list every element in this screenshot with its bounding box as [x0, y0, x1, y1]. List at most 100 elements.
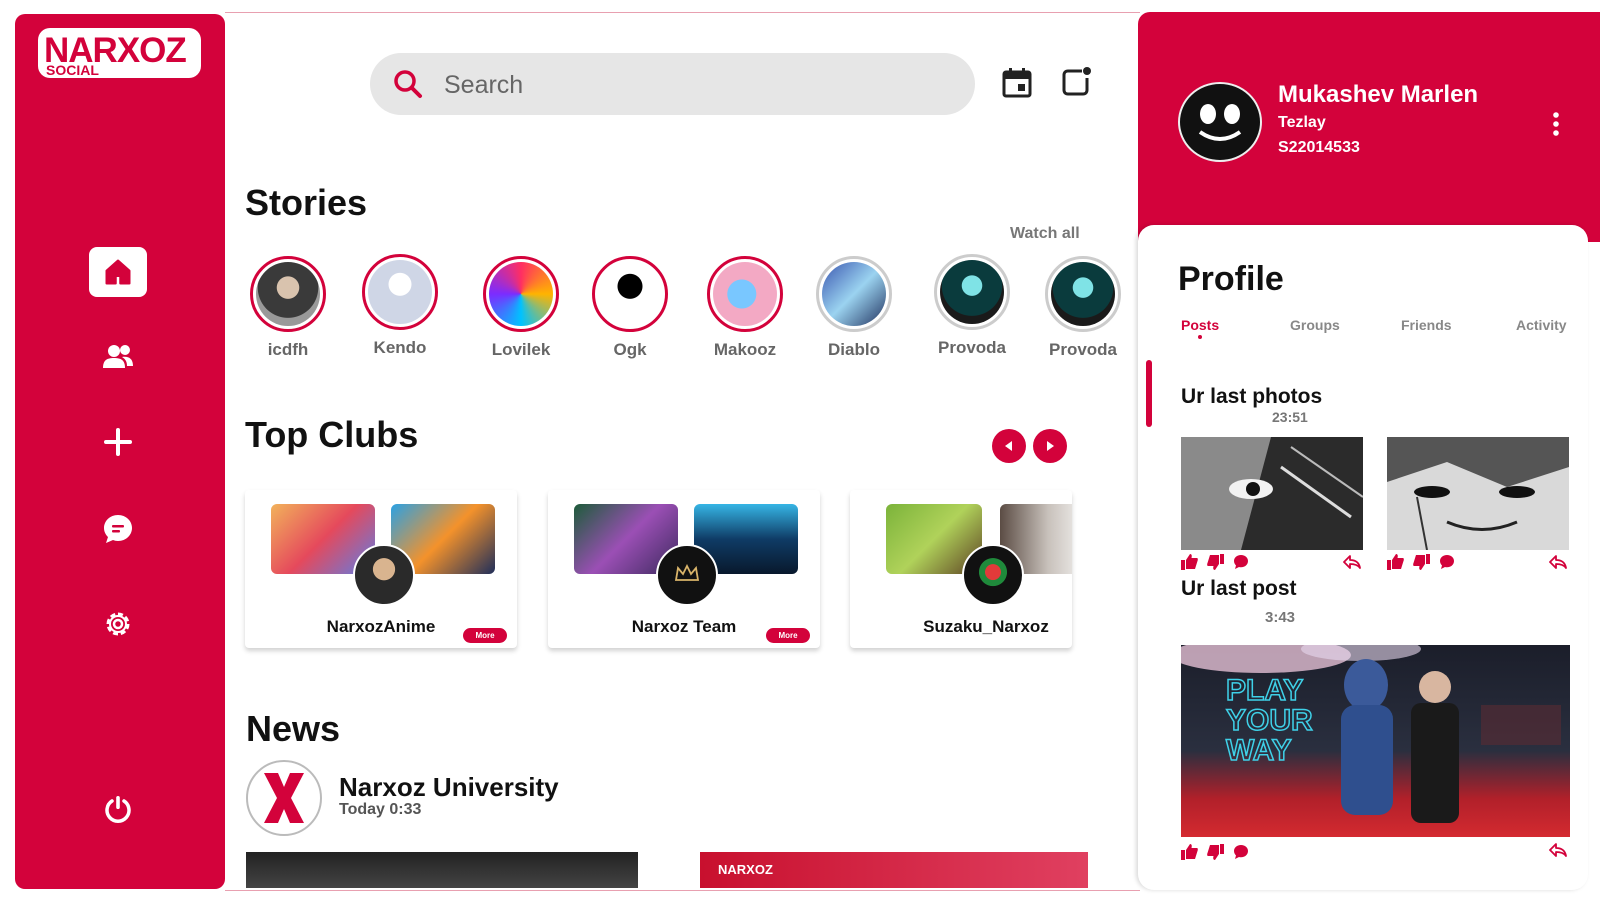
notification-button[interactable] [1060, 66, 1092, 103]
story-name: icdfh [267, 340, 309, 359]
story-avatar [368, 260, 432, 324]
manga-photo [1387, 437, 1569, 550]
story-name: Lovilek [491, 340, 551, 359]
users-icon [103, 345, 133, 368]
news-image[interactable]: NARXOZ [700, 852, 1088, 888]
power-icon [105, 796, 131, 823]
notification-icon [1062, 67, 1091, 96]
club-name: Suzaku_Narxoz [923, 617, 1049, 636]
story-name: Makooz [713, 340, 777, 359]
news-banner-logo: NARXOZ [718, 862, 773, 877]
dislike-icon[interactable] [1413, 554, 1430, 570]
share-button[interactable] [1549, 555, 1567, 574]
story-avatar [256, 262, 320, 326]
search-input[interactable] [442, 67, 946, 103]
tab-groups[interactable]: Groups [1290, 317, 1340, 333]
club-more-button[interactable]: More [463, 628, 507, 643]
story-name: Diablo [828, 340, 880, 359]
story-item[interactable]: Provoda [922, 254, 1022, 358]
sidebar-item-messages[interactable] [89, 504, 147, 554]
app-logo[interactable]: NARXOZ SOCIAL [38, 28, 201, 78]
watch-all-link[interactable]: Watch all [1010, 225, 1080, 243]
share-button[interactable] [1549, 843, 1567, 862]
story-item[interactable]: Lovilek [471, 256, 571, 360]
sidebar-item-home[interactable] [89, 247, 147, 297]
sidebar: NARXOZ SOCIAL [15, 14, 225, 889]
post-reactions [1181, 844, 1249, 860]
news-timestamp: Today 0:33 [339, 801, 422, 818]
club-card[interactable]: Narxoz Team More [548, 490, 820, 648]
svg-text:YOUR: YOUR [1226, 704, 1313, 737]
club-card[interactable]: NarxozAnime More [245, 490, 517, 648]
story-avatar-ring [1045, 256, 1121, 332]
photo-reactions [1181, 554, 1249, 570]
tab-posts[interactable]: Posts [1181, 317, 1219, 333]
club-logo [656, 544, 718, 606]
story-item[interactable]: Ogk [580, 256, 680, 360]
story-avatar [940, 260, 1004, 324]
sidebar-item-settings[interactable] [89, 599, 147, 649]
more-options-button[interactable] [1552, 112, 1560, 141]
comment-icon[interactable] [1439, 554, 1455, 570]
tab-activity[interactable]: Activity [1516, 317, 1567, 333]
story-avatar [822, 262, 886, 326]
club-more-button[interactable]: More [766, 628, 810, 643]
story-name: Ogk [613, 340, 647, 359]
kebab-menu-icon [1553, 112, 1559, 136]
story-item[interactable]: Makooz [695, 256, 795, 360]
post-photo: PLAY YOUR WAY [1181, 645, 1561, 823]
news-image[interactable] [246, 852, 638, 888]
manga-photo [1181, 437, 1363, 550]
top-clubs-title: Top Clubs [245, 414, 419, 455]
sidebar-item-logout[interactable] [89, 784, 147, 834]
svg-text:WAY: WAY [1226, 734, 1292, 767]
share-icon [1343, 555, 1361, 569]
last-photos-title: Ur last photos [1181, 385, 1323, 408]
story-item[interactable]: Provoda [1033, 256, 1133, 360]
comment-icon[interactable] [1233, 554, 1249, 570]
stories-title: Stories [245, 182, 368, 223]
sidebar-item-create[interactable] [89, 417, 147, 467]
calendar-icon [1002, 68, 1032, 98]
photo-thumbnail[interactable] [1181, 437, 1363, 550]
comment-icon[interactable] [1233, 844, 1249, 860]
user-avatar[interactable] [1178, 82, 1262, 162]
story-avatar [598, 262, 662, 326]
tab-friends[interactable]: Friends [1401, 317, 1452, 333]
chat-icon [104, 515, 132, 543]
gear-icon [106, 612, 130, 636]
calendar-button[interactable] [1001, 66, 1033, 103]
story-avatar [713, 262, 777, 326]
story-avatar [489, 262, 553, 326]
club-card[interactable]: Suzaku_Narxoz [850, 490, 1072, 648]
search-bar[interactable] [370, 53, 975, 115]
story-avatar [1051, 262, 1115, 326]
like-icon[interactable] [1181, 554, 1198, 570]
news-author-name[interactable]: Narxoz University [339, 772, 559, 803]
dislike-icon[interactable] [1207, 554, 1224, 570]
share-button[interactable] [1343, 555, 1361, 574]
news-title: News [246, 708, 341, 749]
clubs-next-button[interactable] [1033, 429, 1067, 463]
club-logo [962, 544, 1024, 606]
plus-icon [104, 428, 132, 456]
story-avatar-ring [707, 256, 783, 332]
like-icon[interactable] [1387, 554, 1404, 570]
story-name: Kendo [373, 338, 427, 357]
clubs-prev-button[interactable] [992, 429, 1026, 463]
user-name: Mukashev Marlen [1278, 81, 1479, 108]
dislike-icon[interactable] [1207, 844, 1224, 860]
news-author-avatar[interactable] [246, 760, 322, 836]
photo-thumbnail[interactable] [1387, 437, 1569, 550]
story-avatar-ring [592, 256, 668, 332]
sidebar-item-friends[interactable] [89, 332, 147, 382]
post-image[interactable]: PLAY YOUR WAY [1181, 645, 1570, 837]
like-icon[interactable] [1181, 844, 1198, 860]
active-tab-indicator [1198, 335, 1202, 339]
story-name: Provoda [937, 338, 1007, 357]
story-item[interactable]: Kendo [350, 254, 450, 358]
logo-subtext: SOCIAL [46, 62, 99, 78]
story-item[interactable]: icdfh [238, 256, 338, 360]
story-item[interactable]: Diablo [804, 256, 904, 360]
scroll-indicator[interactable] [1146, 360, 1152, 427]
